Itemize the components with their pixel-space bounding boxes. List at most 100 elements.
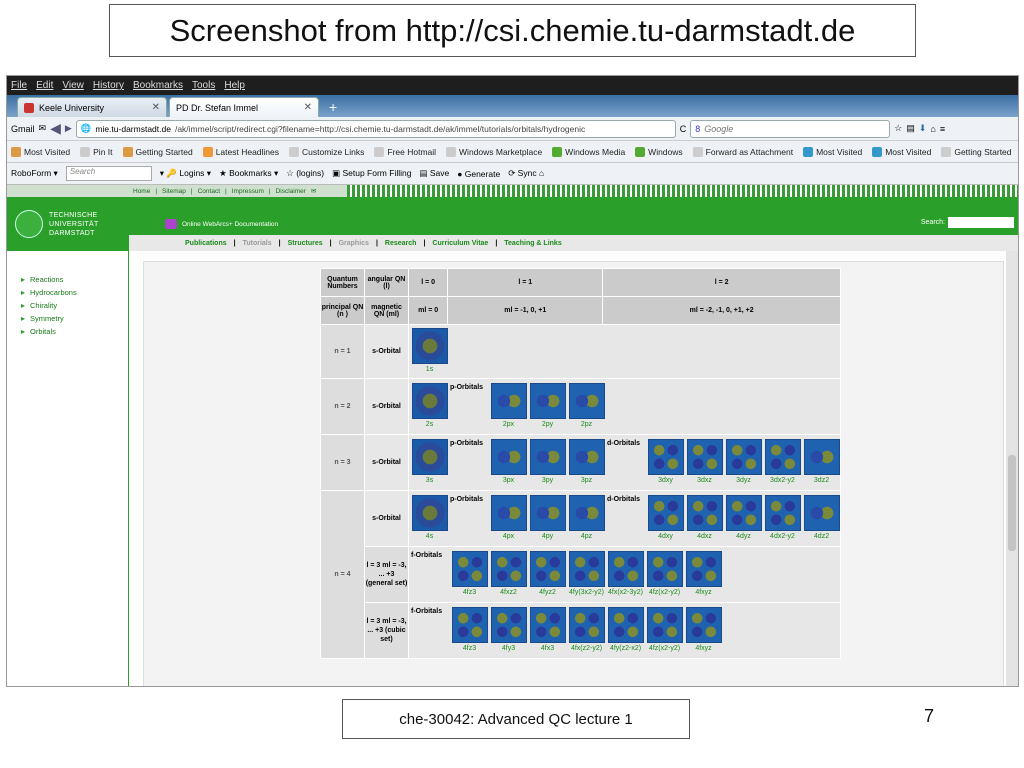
- orbital-2px[interactable]: 2px: [490, 383, 527, 430]
- menu-edit[interactable]: Edit: [36, 80, 53, 91]
- gmail-link[interactable]: Gmail: [11, 124, 35, 134]
- orbital-4pz[interactable]: 4pz: [568, 495, 605, 542]
- close-tab-icon[interactable]: ✕: [152, 102, 160, 113]
- bookmark-item[interactable]: Most Visited: [872, 146, 931, 157]
- menu-icon[interactable]: ≡: [940, 124, 945, 134]
- orbital-4f-general-1[interactable]: 4fz3: [451, 551, 488, 598]
- close-tab-icon[interactable]: ✕: [304, 102, 312, 113]
- site-link-impressum[interactable]: Impressum: [232, 188, 264, 195]
- star-icon[interactable]: ☆: [894, 123, 902, 134]
- orbital-1s[interactable]: 1s: [411, 328, 448, 375]
- roboform-search[interactable]: Search: [65, 166, 152, 181]
- roboform-sync[interactable]: ⟳ Sync ⌂: [508, 168, 544, 179]
- roboform-logins-alt[interactable]: ☆ (logins): [286, 168, 324, 179]
- mail-icon[interactable]: ✉: [39, 123, 47, 134]
- orbital-4f-cubic-2[interactable]: 4fy3: [490, 607, 527, 654]
- orbital-3dyz[interactable]: 3dyz: [725, 439, 762, 486]
- orbital-4f-general-7[interactable]: 4fxyz: [685, 551, 722, 598]
- nav-graphics[interactable]: Graphics: [339, 240, 369, 247]
- orbital-4dxy[interactable]: 4dxy: [647, 495, 684, 542]
- bookmark-item[interactable]: Windows Marketplace: [446, 146, 542, 157]
- menu-file[interactable]: File: [11, 80, 27, 91]
- orbital-4f-general-3[interactable]: 4fyz2: [529, 551, 566, 598]
- orbital-4f-general-2[interactable]: 4fxz2: [490, 551, 527, 598]
- nav-research[interactable]: Research: [385, 240, 417, 247]
- tab-keele[interactable]: Keele University ✕: [17, 97, 167, 117]
- nav-teaching[interactable]: Teaching & Links: [504, 240, 561, 247]
- orbital-2s[interactable]: 2s: [411, 383, 448, 430]
- menu-bookmarks[interactable]: Bookmarks: [133, 80, 183, 91]
- orbital-4dx2y2[interactable]: 4dx2-y2: [764, 495, 801, 542]
- orbital-4f-cubic-3[interactable]: 4fx3: [529, 607, 566, 654]
- nav-publications[interactable]: Publications: [185, 240, 227, 247]
- orbital-3dx2y2[interactable]: 3dx2-y2: [764, 439, 801, 486]
- bookmark-item[interactable]: Windows: [635, 146, 683, 157]
- site-link-home[interactable]: Home: [133, 188, 150, 195]
- bookmark-item[interactable]: Pin It: [80, 146, 113, 157]
- email-icon[interactable]: ✉: [311, 187, 316, 195]
- orbital-4f-general-6[interactable]: 4fz(x2-y2): [646, 551, 683, 598]
- bookmark-item[interactable]: Latest Headlines: [202, 146, 279, 157]
- orbital-3dz2[interactable]: 3dz2: [803, 439, 840, 486]
- orbital-4f-cubic-1[interactable]: 4fz3: [451, 607, 488, 654]
- roboform-setup[interactable]: ▣ Setup Form Filling: [332, 168, 411, 179]
- orbital-4px[interactable]: 4px: [490, 495, 527, 542]
- orbital-4dyz[interactable]: 4dyz: [725, 495, 762, 542]
- scrollbar-thumb[interactable]: [1008, 455, 1016, 551]
- new-tab-icon[interactable]: +: [321, 99, 345, 117]
- menu-view[interactable]: View: [62, 80, 84, 91]
- site-search[interactable]: Search:: [921, 217, 1014, 228]
- reader-icon[interactable]: ▤: [906, 123, 915, 134]
- orbital-4f-cubic-7[interactable]: 4fxyz: [685, 607, 722, 654]
- orbital-3py[interactable]: 3py: [529, 439, 566, 486]
- nav-cv[interactable]: Curriculum Vitae: [432, 240, 488, 247]
- back-icon[interactable]: ◀: [50, 120, 61, 137]
- menu-help[interactable]: Help: [224, 80, 245, 91]
- forward-icon[interactable]: ▶: [65, 123, 72, 134]
- tu-darmstadt-logo[interactable]: TECHNISCHE UNIVERSITÄT DARMSTADT: [7, 197, 129, 251]
- orbital-4f-general-4[interactable]: 4fy(3x2-y2): [568, 551, 605, 598]
- download-icon[interactable]: ⬇: [919, 123, 927, 134]
- orbital-4f-general-5[interactable]: 4fx(x2-3y2): [607, 551, 644, 598]
- menu-history[interactable]: History: [93, 80, 124, 91]
- roboform-button[interactable]: RoboForm ▾: [11, 168, 58, 179]
- sidebar-item-symmetry[interactable]: Symmetry: [21, 312, 128, 325]
- site-link-sitemap[interactable]: Sitemap: [162, 188, 186, 195]
- bookmark-item[interactable]: Windows Media: [552, 146, 625, 157]
- sidebar-item-chirality[interactable]: Chirality: [21, 299, 128, 312]
- reload-icon[interactable]: C: [680, 124, 687, 134]
- home-icon[interactable]: ⌂: [930, 124, 935, 134]
- roboform-bookmarks[interactable]: ★ Bookmarks ▾: [219, 168, 278, 179]
- orbital-3s[interactable]: 3s: [411, 439, 448, 486]
- roboform-logins[interactable]: ▾ 🔑 Logins ▾: [160, 168, 211, 179]
- menu-tools[interactable]: Tools: [192, 80, 215, 91]
- orbital-3px[interactable]: 3px: [490, 439, 527, 486]
- orbital-4f-cubic-6[interactable]: 4fz(x2-y2): [646, 607, 683, 654]
- scrollbar[interactable]: [1006, 251, 1018, 686]
- orbital-4f-cubic-4[interactable]: 4fx(z2-y2): [568, 607, 605, 654]
- bookmark-item[interactable]: Most Visited: [11, 146, 70, 157]
- site-search-input[interactable]: [948, 217, 1014, 228]
- search-input[interactable]: 8 Google: [690, 119, 891, 138]
- sidebar-item-reactions[interactable]: Reactions: [21, 273, 128, 286]
- orbital-4dz2[interactable]: 4dz2: [803, 495, 840, 542]
- orbital-4dxz[interactable]: 4dxz: [686, 495, 723, 542]
- site-link-disclaimer[interactable]: Disclaimer: [276, 188, 306, 195]
- orbital-3dxz[interactable]: 3dxz: [686, 439, 723, 486]
- site-link-contact[interactable]: Contact: [198, 188, 220, 195]
- orbital-3pz[interactable]: 3pz: [568, 439, 605, 486]
- bookmark-item[interactable]: Most Visited: [803, 146, 862, 157]
- tab-immel[interactable]: PD Dr. Stefan Immel ✕: [169, 97, 319, 117]
- orbital-3dxy[interactable]: 3dxy: [647, 439, 684, 486]
- orbital-4f-cubic-5[interactable]: 4fy(z2-x2): [607, 607, 644, 654]
- nav-structures[interactable]: Structures: [288, 240, 323, 247]
- bookmark-item[interactable]: Getting Started: [122, 146, 193, 157]
- orbital-4py[interactable]: 4py: [529, 495, 566, 542]
- sidebar-item-hydrocarbons[interactable]: Hydrocarbons: [21, 286, 128, 299]
- roboform-save[interactable]: ▤ Save: [419, 168, 449, 179]
- bookmark-item[interactable]: Getting Started: [941, 146, 1012, 157]
- bookmark-item[interactable]: Free Hotmail: [374, 146, 436, 157]
- sidebar-item-orbitals[interactable]: Orbitals: [21, 325, 128, 338]
- roboform-generate[interactable]: ● Generate: [457, 169, 500, 179]
- bookmark-item[interactable]: Customize Links: [289, 146, 364, 157]
